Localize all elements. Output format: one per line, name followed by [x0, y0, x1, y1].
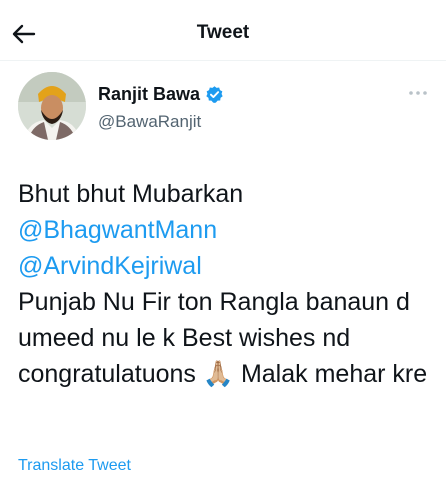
- top-bar: Tweet: [0, 0, 446, 66]
- author-handle[interactable]: @BawaRanjit: [98, 112, 201, 132]
- author-name-row[interactable]: Ranjit Bawa: [98, 84, 224, 105]
- tweet-text: Bhut bhut Mubarkan @BhagwantMann @Arvind…: [18, 176, 438, 392]
- page-title: Tweet: [196, 22, 250, 43]
- verified-badge-icon: [206, 86, 223, 103]
- avatar[interactable]: [18, 72, 86, 140]
- tweet-text-closing: Malak mehar kre: [240, 360, 428, 388]
- folded-hands-emoji: 🙏🏼: [202, 360, 234, 388]
- tweet-text-line1: Bhut bhut Mubarkan: [18, 180, 244, 208]
- mention-link-arvindkejriwal[interactable]: @ArvindKejriwal: [18, 252, 202, 280]
- author-name[interactable]: Ranjit Bawa: [98, 84, 200, 105]
- translate-tweet-link[interactable]: Translate Tweet: [18, 457, 131, 475]
- mention-link-bhagwantmann[interactable]: @BhagwantMann: [18, 216, 217, 244]
- more-horizontal-icon: [409, 91, 427, 95]
- more-button[interactable]: [406, 86, 430, 100]
- avatar-image: [18, 72, 86, 140]
- header-divider: [0, 60, 446, 61]
